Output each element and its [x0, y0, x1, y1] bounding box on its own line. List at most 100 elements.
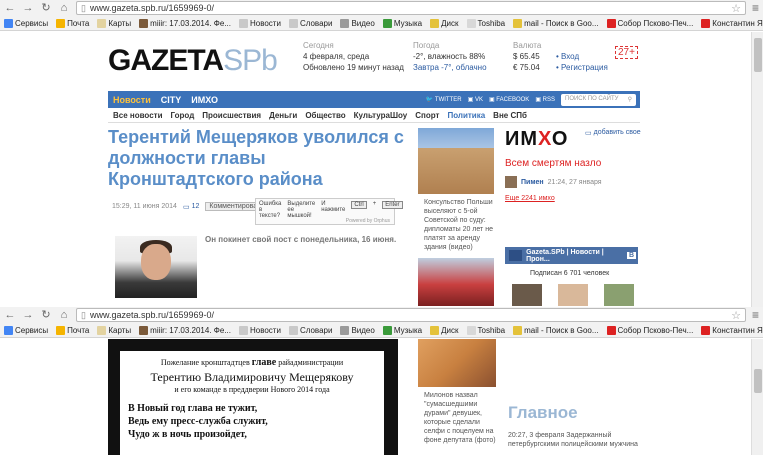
login-link[interactable]: • Вход [556, 51, 608, 62]
search-input[interactable]: ПОИСК ПО САЙТУ ⚲ [561, 93, 636, 106]
glavnoe-heading: Главное [508, 403, 578, 422]
bookmark-item[interactable]: Музыка [382, 325, 422, 335]
bookmark-item[interactable]: Сервисы [4, 18, 48, 28]
bookmark-item[interactable]: Словари [288, 325, 332, 335]
home-icon[interactable]: ⌂ [58, 309, 70, 321]
nav-item-imho[interactable]: ИМХО [191, 95, 218, 105]
bookmark-item[interactable]: Toshiba [466, 325, 506, 335]
bookmark-icon [4, 325, 13, 335]
bookmark-item[interactable]: Видео [340, 325, 375, 335]
bookmark-item[interactable]: Диск [430, 18, 459, 28]
menu-icon[interactable]: ≡ [752, 308, 759, 322]
facebook-link[interactable]: ▣ FACEBOOK [489, 96, 529, 103]
glavnoe-item[interactable]: 20:27, 3 февраля Задержанный петербургск… [508, 431, 638, 449]
subnav-item[interactable]: Политика [447, 111, 485, 120]
bookmark-star-icon[interactable]: ☆ [731, 309, 741, 322]
nav-item-news[interactable]: Новости [113, 95, 151, 105]
imho-title[interactable]: Всем смертям назло [505, 158, 601, 169]
url-field[interactable]: ▯ www.gazeta.spb.ru/1659969-0/ ☆ [76, 1, 746, 15]
bookmark-item[interactable]: Словари [288, 18, 332, 28]
today-date: 4 февраля, среда [303, 52, 370, 61]
weather-block: Погода -2°, влажность 88% Завтра -7°, об… [413, 40, 487, 73]
scrollbar[interactable] [751, 339, 763, 455]
subnav-item[interactable]: Вне СПб [493, 111, 527, 120]
bookmark-icon [288, 18, 298, 28]
subnav-item[interactable]: КультураШоу [354, 111, 408, 120]
currency-label: Валюта [513, 41, 542, 50]
subnav-item[interactable]: Деньги [269, 111, 297, 120]
search-icon[interactable]: ⚲ [628, 96, 632, 104]
bookmark-star-icon[interactable]: ☆ [731, 2, 741, 15]
imho-logo[interactable]: ИМХО [505, 128, 568, 151]
bookmark-item[interactable]: Диск [430, 325, 459, 335]
subnav-item[interactable]: Город [171, 111, 195, 120]
vk-link[interactable]: ▣ VK [468, 96, 483, 103]
reload-icon[interactable]: ↻ [40, 309, 52, 321]
bookmark-item[interactable]: Музыка [382, 18, 423, 28]
bookmark-label: Музыка [393, 18, 423, 28]
author-avatar[interactable] [505, 176, 517, 188]
card-line3: и его команде в преддверии Нового 2014 г… [174, 385, 330, 394]
back-icon[interactable]: ← [4, 309, 16, 321]
bookmarks-bar: Сервисы Почта Карты miiir: 17.03.2014. Фе..… [0, 323, 763, 338]
card-poem: В Новый год глава не тужит, Ведь ему пре… [128, 402, 376, 441]
subnav-item[interactable]: Спорт [415, 111, 439, 120]
twitter-link[interactable]: 🐦 TWITTER [426, 96, 462, 103]
subnav-item[interactable]: Происшествия [202, 111, 261, 120]
more-imho-link[interactable]: Еще 2241 имхо [505, 195, 555, 202]
bookmark-icon [97, 325, 107, 335]
forward-icon[interactable]: → [22, 2, 34, 14]
weather-tomorrow-link[interactable]: Завтра -7°, облачно [413, 62, 487, 73]
comment-count-value: 12 [191, 202, 200, 210]
bookmark-label: Toshiba [477, 325, 506, 335]
vk-widget-header[interactable]: Gazeta.SPb | Новости | Прон... В [505, 247, 638, 264]
forward-icon[interactable]: → [22, 309, 34, 321]
vk-member-avatar[interactable] [512, 284, 542, 306]
news-thumb-milonov[interactable] [418, 339, 496, 387]
nav-item-city[interactable]: CITY [161, 95, 182, 105]
url-field[interactable]: ▯ www.gazeta.spb.ru/1659969-0/ ☆ [76, 308, 746, 322]
scrollbar-thumb[interactable] [754, 38, 762, 72]
bookmark-item[interactable]: miiir: 17.03.2014. Фе... [139, 18, 231, 28]
subnav-item[interactable]: Все новости [113, 111, 163, 120]
bookmark-item[interactable]: Новости [238, 325, 281, 335]
vk-member-avatar[interactable] [604, 284, 634, 306]
scrollbar-thumb[interactable] [754, 369, 762, 393]
menu-icon[interactable]: ≡ [752, 1, 759, 15]
bookmark-item[interactable]: Карты [97, 18, 131, 28]
rss-link[interactable]: ▣ RSS [535, 96, 555, 103]
bookmark-item[interactable]: Карты [97, 325, 131, 335]
add-fav-label: добавить свое [593, 129, 641, 136]
back-icon[interactable]: ← [4, 2, 16, 14]
bookmark-icon [430, 18, 440, 28]
scrollbar[interactable] [751, 32, 763, 307]
bookmark-item[interactable]: Новости [238, 18, 281, 28]
bookmark-icon [513, 325, 523, 335]
bookmark-item[interactable]: Сервисы [4, 325, 48, 335]
news-caption-consulate[interactable]: Консульство Польши выселяют с 5-ой Совет… [424, 198, 496, 252]
subnav-item[interactable]: Общество [305, 111, 345, 120]
news-thumb-train[interactable] [418, 258, 494, 306]
bookmark-item[interactable]: Собор Псково-Печ... [606, 325, 693, 335]
home-icon[interactable]: ⌂ [58, 2, 70, 14]
bookmark-item[interactable]: mail - Поиск в Goo... [513, 18, 599, 28]
bookmark-item[interactable]: Константин Яросл... [701, 18, 763, 28]
reload-icon[interactable]: ↻ [40, 2, 52, 14]
news-thumb-consulate[interactable] [418, 128, 494, 194]
add-fav-link[interactable]: ▭ добавить свое [585, 129, 641, 137]
bookmark-item[interactable]: Видео [340, 18, 375, 28]
bookmark-item[interactable]: Почта [56, 18, 89, 28]
author-name[interactable]: Пимен [521, 179, 544, 186]
bookmark-item[interactable]: Собор Псково-Печ... [606, 18, 693, 28]
comment-count[interactable]: ▭ 12 [183, 203, 199, 211]
vk-member-avatar[interactable] [558, 284, 588, 306]
bookmark-item[interactable]: mail - Поиск в Goo... [513, 325, 599, 335]
news-caption-milonov[interactable]: Милонов назвал "сумасшедшими дурами" дев… [424, 391, 498, 445]
bookmark-item[interactable]: miiir: 17.03.2014. Фе... [139, 325, 231, 335]
bookmark-item[interactable]: Toshiba [466, 18, 505, 28]
bookmark-item[interactable]: Константин Яросл... [701, 325, 763, 335]
orphus-hint: Выделите ее мышкой! [287, 201, 316, 219]
site-logo[interactable]: GAZETASPb [108, 44, 278, 78]
bookmark-item[interactable]: Почта [56, 325, 89, 335]
register-link[interactable]: • Регистрация [556, 62, 608, 73]
